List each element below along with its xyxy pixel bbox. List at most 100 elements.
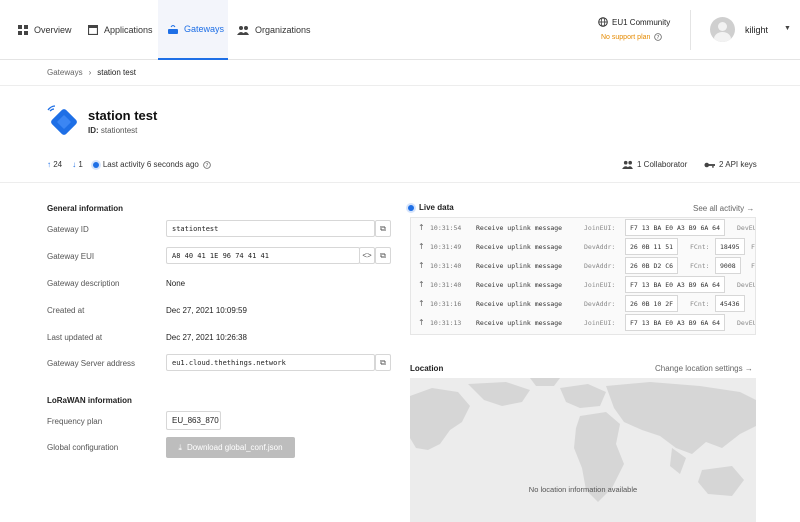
event-time: 10:31:54: [430, 224, 462, 232]
key-icon: [704, 162, 715, 168]
svg-text:?: ?: [205, 163, 208, 169]
event-field-key: F: [751, 262, 755, 270]
location-title: Location: [410, 364, 444, 373]
header-divider: [0, 182, 800, 183]
top-navigation: Overview Applications Gateways Organizat…: [0, 0, 800, 60]
copy-icon[interactable]: ⧉: [375, 354, 391, 371]
change-location-settings-link[interactable]: Change location settings →: [655, 364, 753, 373]
event-time: 10:31:16: [430, 300, 462, 308]
downlink-count: ↓ 1: [72, 160, 83, 169]
event-message: Receive uplink message: [476, 319, 563, 327]
activity-dot-icon: [92, 161, 99, 168]
event-field-key: JoinEUI:: [584, 224, 616, 232]
event-field-key: FCnt:: [690, 262, 710, 270]
event-message: Receive uplink message: [476, 243, 563, 251]
nav-tab-overview[interactable]: Overview: [18, 0, 72, 60]
svg-text:?: ?: [657, 35, 660, 41]
overview-icon: [18, 25, 28, 35]
live-event-row[interactable]: ↑ 10:31:13 Receive uplink message JoinEUI: F…: [411, 313, 756, 332]
gateways-icon: [168, 25, 178, 34]
event-time: 10:31:13: [430, 319, 462, 327]
nav-tab-label: Gateways: [184, 24, 225, 34]
download-button-label: Download global_conf.json: [186, 443, 283, 452]
gateway-description-row-label: Gateway description: [47, 279, 120, 288]
collaborators-link[interactable]: 1 Collaborator: [622, 160, 687, 169]
live-event-row[interactable]: ↑ 10:31:54 Receive uplink message JoinEUI: F…: [411, 218, 756, 237]
help-icon: ?: [654, 33, 663, 41]
chevron-down-icon[interactable]: ▼: [784, 25, 791, 32]
created-at-value: Dec 27, 2021 10:09:59: [166, 306, 247, 315]
organizations-icon: [237, 26, 249, 35]
downlink-count-value: 1: [78, 160, 83, 169]
event-field-value: F7 13 BA E0 A3 B9 6A 64: [625, 219, 726, 236]
community-label: EU1 Community: [612, 17, 671, 27]
event-field-value: F7 13 BA E0 A3 B9 6A 64: [625, 314, 726, 331]
server-address-row-label: Gateway Server address: [47, 359, 136, 368]
gateway-stats: ↑ 24 ↓ 1 Last activity 6 seconds ago ?: [47, 160, 211, 169]
general-information-title: General information: [47, 204, 124, 213]
gateway-icon: [47, 105, 77, 135]
username[interactable]: kilight: [745, 25, 768, 35]
gateway-id-value: stationtest: [100, 126, 138, 135]
arrow-down-icon: ↓: [72, 160, 77, 169]
avatar[interactable]: [710, 17, 735, 42]
nav-tab-applications[interactable]: Applications: [88, 0, 153, 60]
live-dot-icon: [408, 204, 414, 211]
page-title: station test: [88, 108, 158, 123]
see-all-activity-link[interactable]: See all activity →: [693, 204, 754, 213]
last-activity-text: Last activity 6 seconds ago: [102, 160, 199, 169]
breadcrumb-current: station test: [97, 68, 136, 77]
event-field-key: DevAddr:: [584, 243, 616, 251]
live-data-title: Live data: [408, 203, 454, 212]
event-field-key: F: [751, 243, 755, 251]
frequency-plan-value: EU_863_870: [166, 411, 221, 430]
globe-icon: [598, 17, 608, 27]
community-selector[interactable]: EU1 Community: [598, 17, 670, 27]
arrow-up-icon: ↑: [418, 280, 425, 289]
live-data-list: ↑ 10:31:54 Receive uplink message JoinEUI: F…: [410, 217, 756, 335]
toggle-byte-order-icon[interactable]: <>: [359, 247, 375, 264]
api-keys-label: 2 API keys: [719, 160, 757, 169]
copy-icon[interactable]: ⧉: [375, 220, 391, 237]
nav-tab-gateways[interactable]: Gateways: [158, 0, 228, 60]
live-event-row[interactable]: ↑ 10:31:40 Receive uplink message DevAddr: 2…: [411, 256, 755, 275]
updated-at-row-label: Last updated at: [47, 333, 103, 342]
live-data-label: Live data: [419, 203, 454, 212]
breadcrumb-gateways[interactable]: Gateways: [47, 68, 83, 77]
live-event-row[interactable]: ↑ 10:31:40 Receive uplink message JoinEUI: F…: [411, 275, 756, 294]
event-field-key: DevEU: [737, 319, 756, 327]
chevron-right-icon: ›: [88, 68, 92, 77]
event-field-key: JoinEUI:: [584, 281, 616, 289]
no-location-message: No location information available: [528, 485, 638, 494]
event-time: 10:31:49: [430, 243, 462, 251]
event-message: Receive uplink message: [476, 224, 563, 232]
download-global-conf-button[interactable]: ⤓ Download global_conf.json: [166, 437, 295, 458]
global-configuration-label: Global configuration: [47, 443, 119, 452]
download-icon: ⤓: [178, 442, 182, 452]
support-plan-link[interactable]: No support plan ?: [601, 33, 663, 41]
arrow-up-icon: ↑: [418, 261, 425, 270]
uplink-count: ↑ 24: [47, 160, 62, 169]
arrow-up-icon: ↑: [47, 160, 51, 169]
lorawan-information-title: LoRaWAN information: [47, 396, 132, 405]
nav-tab-organizations[interactable]: Organizations: [237, 0, 311, 60]
event-message: Receive uplink message: [476, 300, 563, 308]
server-address-field: eu1.cloud.thethings.network: [166, 354, 375, 371]
api-keys-link[interactable]: 2 API keys: [704, 160, 757, 169]
live-event-row[interactable]: ↑ 10:31:16 Receive uplink message DevAddr: 2…: [411, 294, 755, 313]
event-field-value: 18495: [715, 238, 745, 255]
live-event-row[interactable]: ↑ 10:31:49 Receive uplink message DevAddr: 2…: [411, 237, 755, 256]
nav-tab-label: Organizations: [255, 25, 311, 35]
world-map-image: [410, 378, 756, 502]
applications-icon: [88, 25, 98, 35]
nav-tab-label: Applications: [104, 25, 153, 35]
event-field-key: DevAddr:: [584, 300, 616, 308]
location-map: No location information available: [410, 378, 756, 522]
event-field-key: DevEU: [737, 224, 756, 232]
event-field-key: DevEU: [737, 281, 756, 289]
event-time: 10:31:40: [430, 281, 462, 289]
help-icon[interactable]: ?: [203, 160, 211, 169]
event-time: 10:31:40: [430, 262, 462, 270]
copy-icon[interactable]: ⧉: [375, 247, 391, 264]
collaborators-label: 1 Collaborator: [637, 160, 688, 169]
